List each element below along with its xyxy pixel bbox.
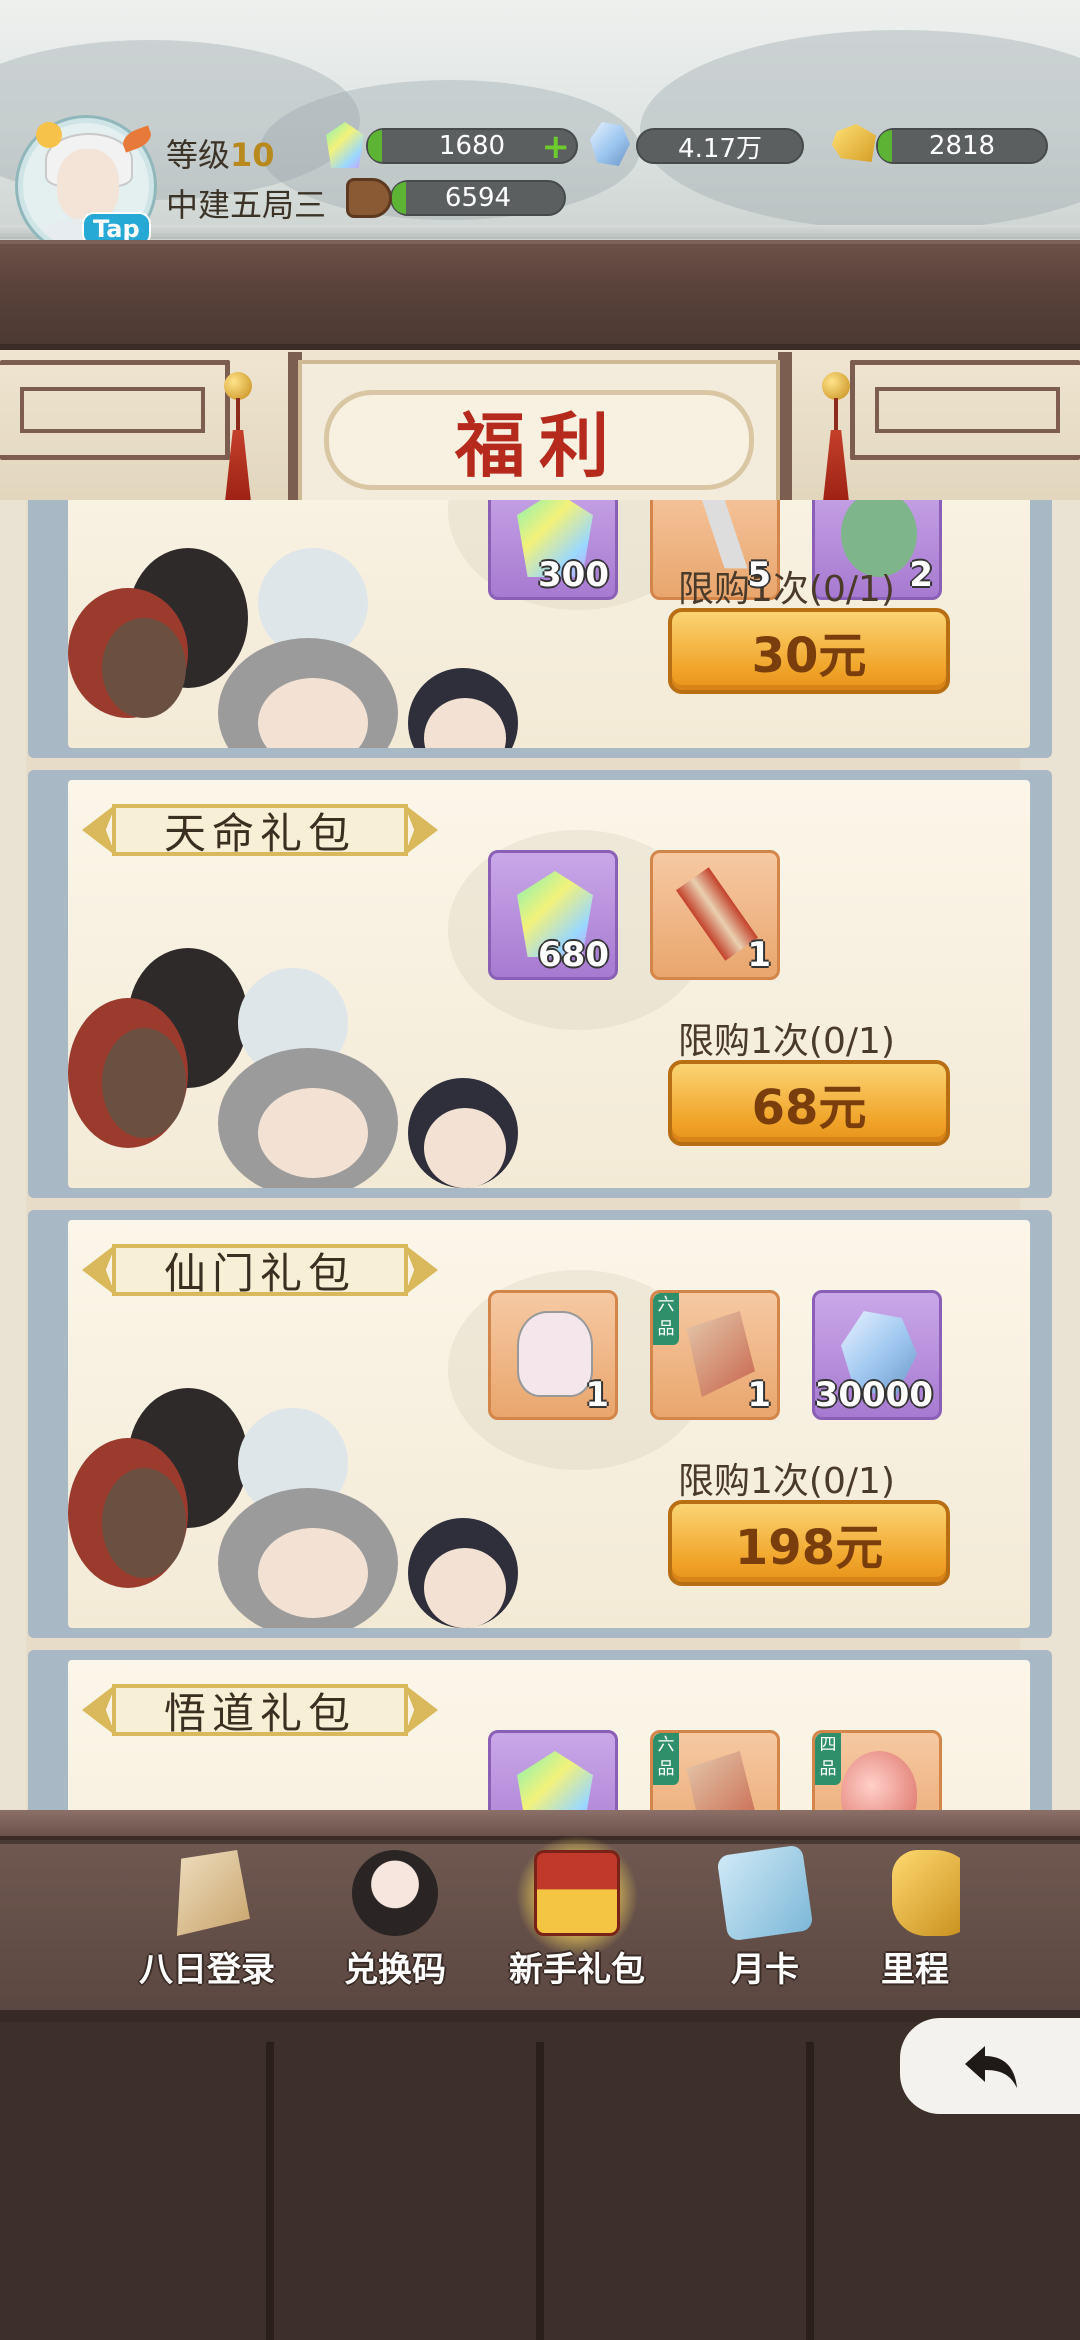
nav-label: 里程 xyxy=(881,1950,949,1990)
pack-item[interactable]: 300 xyxy=(488,500,618,600)
pack-list[interactable]: 300 5 2 限购1次(0/1) 30元 天命礼包 680 1 限购1次(0/… xyxy=(0,500,1080,1810)
girl-code-icon xyxy=(352,1850,438,1936)
banner-arrow-left-icon xyxy=(82,804,116,856)
banner-arrow-right-icon xyxy=(404,804,438,856)
pack-item[interactable]: 1 xyxy=(650,850,780,980)
window-lattice-right xyxy=(850,360,1080,460)
banner-arrow-left-icon xyxy=(82,1684,116,1736)
scroll-login-icon xyxy=(176,1850,250,1936)
nav-label: 新手礼包 xyxy=(509,1950,645,1990)
banner-arrow-left-icon xyxy=(82,1244,116,1296)
pack-card-xianmen: 仙门礼包 1 六品 1 30000 限购1次(0/1) 198元 xyxy=(28,1210,1052,1638)
purchase-limit: 限购1次(0/1) xyxy=(678,1461,895,1502)
item-count: 1 xyxy=(747,935,771,975)
page-title: 福利 xyxy=(455,403,623,487)
title-plaque: 福利 xyxy=(324,390,754,490)
nav-label: 八日登录 xyxy=(139,1950,275,1990)
fox-disciple-icon xyxy=(517,1311,593,1397)
item-count: 2 xyxy=(909,555,933,595)
crystal-count: 4.17万 xyxy=(678,133,762,164)
pack-card-tianming: 天命礼包 680 1 限购1次(0/1) 68元 xyxy=(28,770,1052,1198)
wood-log-icon xyxy=(346,178,392,218)
level-label: 等级 xyxy=(166,136,231,174)
pack-item[interactable]: 六品 xyxy=(650,1730,780,1810)
title-panel: 福利 xyxy=(298,360,780,502)
pack-title-banner: 天命礼包 xyxy=(82,800,438,860)
pack-item[interactable] xyxy=(488,1730,618,1810)
nav-label: 兑换码 xyxy=(344,1950,446,1990)
plus-icon[interactable]: + xyxy=(542,130,571,164)
golden-beast-icon xyxy=(892,1850,960,1936)
roof-beam xyxy=(0,240,1080,350)
nav-month-card[interactable]: 月卡 xyxy=(680,1844,850,2020)
pack-item[interactable]: 六品 1 xyxy=(650,1290,780,1420)
gold-resource-bar[interactable]: 2818 xyxy=(876,128,1048,164)
resource-fill xyxy=(878,130,892,162)
pack-item[interactable]: 30000 xyxy=(812,1290,942,1420)
level-display: 等级10 xyxy=(166,130,275,176)
buy-button-30[interactable]: 30元 xyxy=(668,608,950,694)
nav-eight-day-login[interactable]: 八日登录 xyxy=(122,1850,292,2020)
pack-name: 天命礼包 xyxy=(163,808,356,858)
gem-resource-bar[interactable]: 1680 + xyxy=(366,128,578,164)
gem-icon xyxy=(517,1751,593,1810)
banner-arrow-right-icon xyxy=(404,1244,438,1296)
grade-tag: 六品 xyxy=(653,1733,679,1785)
wood-resource-bar[interactable]: 6594 xyxy=(390,180,566,216)
item-count: 5 xyxy=(747,555,771,595)
back-arrow-icon xyxy=(965,2046,1017,2088)
pack-item[interactable]: 1 xyxy=(488,1290,618,1420)
grade-tag: 四品 xyxy=(815,1733,841,1785)
crystal-resource-bar[interactable]: 4.17万 xyxy=(636,128,804,164)
window-lattice-left xyxy=(0,360,230,460)
banner-arrow-right-icon xyxy=(404,1684,438,1736)
pack-name: 悟道礼包 xyxy=(163,1688,356,1738)
avatar-face xyxy=(57,149,119,221)
wood-count: 6594 xyxy=(444,183,512,213)
gem-count: 1680 xyxy=(438,131,506,161)
month-card-icon xyxy=(716,1844,814,1942)
pack-card-starter: 300 5 2 限购1次(0/1) 30元 xyxy=(28,500,1052,758)
nav-milestone[interactable]: 里程 xyxy=(870,1850,960,2020)
pack-title-banner: 仙门礼包 xyxy=(82,1240,438,1300)
pack-card-wudao: 悟道礼包 六品 四品 xyxy=(28,1650,1052,1810)
pack-item[interactable]: 四品 xyxy=(812,1730,942,1810)
sun-icon xyxy=(36,122,62,148)
resource-fill xyxy=(392,182,406,214)
buy-button-198[interactable]: 198元 xyxy=(668,1500,950,1586)
technique-scroll-icon xyxy=(686,1751,755,1810)
item-count: 1 xyxy=(585,1375,609,1415)
pillar-right xyxy=(778,352,792,502)
tassel-left-icon xyxy=(221,372,255,502)
nav-starter-pack[interactable]: 新手礼包 xyxy=(492,1836,662,2020)
level-value: 10 xyxy=(230,136,275,174)
purchase-limit: 限购1次(0/1) xyxy=(678,569,895,610)
pack-title-banner: 悟道礼包 xyxy=(82,1680,438,1740)
tassel-right-icon xyxy=(819,372,853,502)
status-bar-edge xyxy=(0,225,1080,239)
nav-redeem-code[interactable]: 兑换码 xyxy=(310,1850,480,2020)
pack-name: 仙门礼包 xyxy=(163,1248,356,1298)
pack-item[interactable]: 680 xyxy=(488,850,618,980)
treasure-chest-icon xyxy=(534,1850,620,1936)
grade-tag: 六品 xyxy=(653,1293,679,1345)
technique-scroll-icon xyxy=(686,1311,755,1397)
item-count: 680 xyxy=(538,935,609,975)
item-count: 30000 xyxy=(814,1375,933,1415)
back-button[interactable] xyxy=(900,2018,1080,2114)
resource-fill xyxy=(368,130,382,162)
scroll-icon xyxy=(675,867,759,961)
item-count: 1 xyxy=(747,1375,771,1415)
nav-label: 月卡 xyxy=(731,1950,799,1990)
purchase-limit: 限购1次(0/1) xyxy=(678,1021,895,1062)
item-count: 300 xyxy=(538,555,609,595)
player-name: 中建五局三 xyxy=(166,186,327,224)
gold-count: 2818 xyxy=(928,131,996,161)
buy-button-68[interactable]: 68元 xyxy=(668,1060,950,1146)
peach-icon xyxy=(841,1751,917,1810)
